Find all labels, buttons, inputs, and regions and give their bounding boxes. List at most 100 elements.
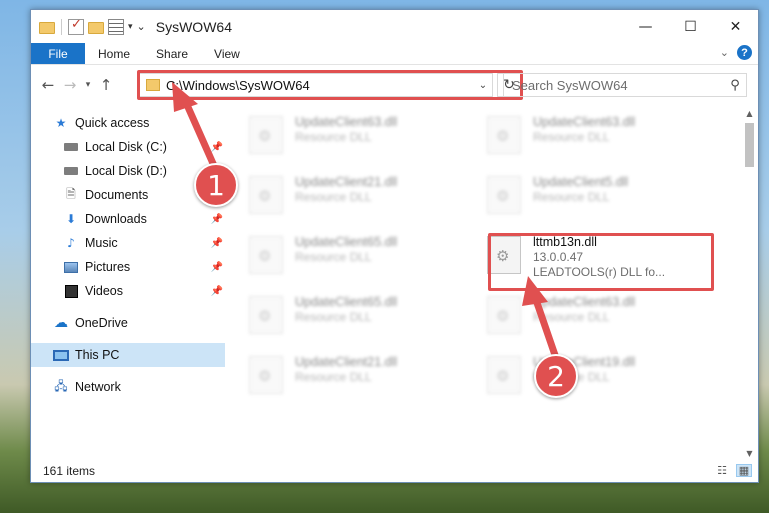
- file-description: Resource DLL: [295, 130, 372, 144]
- recent-locations-button[interactable]: ▾: [81, 80, 95, 90]
- list-item[interactable]: UpdateClient21.dllResource DLL: [225, 170, 455, 222]
- title-bar: ▾ ⌄ SysWOW64 — ☐ ✕: [31, 10, 758, 43]
- dll-file-icon: [487, 296, 521, 334]
- content-area: ★ Quick access Local Disk (C:) 📌 Local D…: [31, 105, 758, 461]
- sidebar-item-label: Documents: [85, 188, 149, 202]
- sidebar-item-label: Pictures: [85, 260, 131, 274]
- pin-icon: 📌: [210, 237, 223, 249]
- tiles-view-icon[interactable]: ▦: [736, 464, 752, 477]
- properties-check-icon[interactable]: [68, 17, 84, 35]
- up-button[interactable]: ↑: [95, 76, 117, 94]
- ribbon-tabs: File Home Share View ⌄ ?: [31, 43, 758, 65]
- file-name: UpdateClient5.dll: [533, 175, 629, 189]
- navigation-pane: ★ Quick access Local Disk (C:) 📌 Local D…: [31, 105, 225, 461]
- dll-file-icon: [249, 116, 283, 154]
- file-description: Resource DLL: [295, 370, 372, 384]
- sidebar-item-music[interactable]: ♪ Music 📌: [31, 231, 225, 255]
- sidebar-item-label: OneDrive: [75, 316, 128, 330]
- file-list: UpdateClient63.dllResource DLL UpdateCli…: [225, 105, 741, 461]
- sidebar-item-network[interactable]: 🖧 Network: [31, 375, 225, 399]
- sidebar-item-label: Downloads: [85, 212, 147, 226]
- vertical-scrollbar[interactable]: ▲ ▼: [741, 105, 758, 461]
- scroll-down-icon[interactable]: ▼: [741, 445, 758, 461]
- file-description: Resource DLL: [533, 310, 610, 324]
- dll-file-icon: [249, 356, 283, 394]
- details-view-icon[interactable]: ☷: [714, 464, 730, 477]
- sidebar-item-pictures[interactable]: Pictures 📌: [31, 255, 225, 279]
- view-switcher: ☷ ▦: [714, 464, 752, 477]
- dll-file-icon: [487, 356, 521, 394]
- sidebar-item-local-disk-c[interactable]: Local Disk (C:) 📌: [31, 135, 225, 159]
- tab-home[interactable]: Home: [85, 43, 143, 64]
- properties-icon[interactable]: [108, 18, 124, 35]
- help-icon[interactable]: ?: [737, 45, 752, 60]
- dll-file-icon: [249, 296, 283, 334]
- sidebar-item-onedrive[interactable]: ☁ OneDrive: [31, 311, 225, 335]
- status-bar: 161 items ☷ ▦: [31, 460, 758, 482]
- list-item[interactable]: UpdateClient63.dllResource DLL: [463, 290, 693, 342]
- tab-share[interactable]: Share: [143, 43, 201, 64]
- sidebar-item-downloads[interactable]: ⬇ Downloads 📌: [31, 207, 225, 231]
- pin-icon: 📌: [210, 285, 223, 297]
- videos-icon: [63, 284, 79, 298]
- sidebar-item-label: This PC: [75, 348, 120, 362]
- sidebar-item-label: Quick access: [75, 116, 150, 130]
- explorer-window: ▾ ⌄ SysWOW64 — ☐ ✕ File Home Share View …: [30, 9, 759, 483]
- step-2-badge: 2: [534, 354, 578, 398]
- pictures-icon: [63, 260, 79, 274]
- customize-toolbar-icon[interactable]: ▾: [128, 22, 133, 32]
- file-highlight-box: [488, 233, 714, 291]
- cloud-icon: ☁: [54, 315, 68, 331]
- sidebar-item-this-pc[interactable]: This PC: [31, 343, 225, 367]
- close-button[interactable]: ✕: [713, 10, 758, 43]
- file-name: UpdateClient63.dll: [295, 115, 398, 129]
- disk-icon: [63, 140, 79, 154]
- scrollbar-thumb[interactable]: [745, 123, 754, 167]
- search-input[interactable]: [512, 77, 724, 93]
- list-item[interactable]: UpdateClient63.dllResource DLL: [463, 110, 693, 162]
- back-button[interactable]: ←: [37, 76, 59, 94]
- sidebar-item-videos[interactable]: Videos 📌: [31, 279, 225, 303]
- chevron-down-icon[interactable]: ⌄: [137, 20, 146, 33]
- sidebar-item-label: Videos: [85, 284, 123, 298]
- file-name: UpdateClient21.dll: [295, 355, 398, 369]
- maximize-button[interactable]: ☐: [668, 10, 713, 43]
- file-name: UpdateClient65.dll: [295, 295, 398, 309]
- list-item[interactable]: UpdateClient19.dllResource DLL: [463, 350, 693, 402]
- minimize-button[interactable]: —: [623, 10, 668, 43]
- search-icon[interactable]: ⚲: [724, 78, 746, 93]
- scroll-up-icon[interactable]: ▲: [741, 105, 758, 121]
- list-item[interactable]: UpdateClient5.dllResource DLL: [463, 170, 693, 222]
- forward-button[interactable]: →: [59, 76, 81, 94]
- file-name: UpdateClient21.dll: [295, 175, 398, 189]
- file-name: UpdateClient63.dll: [533, 115, 636, 129]
- search-box[interactable]: ⚲: [503, 73, 747, 97]
- tab-file[interactable]: File: [31, 43, 85, 64]
- list-item[interactable]: UpdateClient65.dllResource DLL: [225, 230, 455, 282]
- chevron-down-icon[interactable]: ⌄: [720, 46, 729, 59]
- sidebar-item-label: Music: [85, 236, 118, 250]
- network-icon: 🖧: [54, 378, 68, 393]
- list-item[interactable]: UpdateClient63.dllResource DLL: [225, 110, 455, 162]
- file-name: UpdateClient63.dll: [533, 295, 636, 309]
- sidebar-item-label: Network: [75, 380, 121, 394]
- list-item[interactable]: UpdateClient21.dllResource DLL: [225, 350, 455, 402]
- ribbon-right: ⌄ ?: [720, 45, 752, 60]
- window-title: SysWOW64: [155, 18, 232, 35]
- sidebar-item-quick-access[interactable]: ★ Quick access: [31, 111, 225, 135]
- item-count: 161 items: [43, 464, 96, 478]
- tab-view[interactable]: View: [201, 43, 253, 64]
- disk-icon: [63, 164, 79, 178]
- pin-icon: 📌: [210, 141, 223, 153]
- file-description: Resource DLL: [533, 130, 610, 144]
- dll-file-icon: [249, 236, 283, 274]
- pin-icon: 📌: [210, 213, 223, 225]
- quick-access-toolbar: ▾ ⌄: [39, 17, 146, 35]
- folder-icon: [39, 21, 55, 34]
- new-folder-icon[interactable]: [88, 21, 104, 34]
- music-icon: ♪: [67, 236, 75, 250]
- dll-file-icon: [249, 176, 283, 214]
- list-item[interactable]: UpdateClient65.dllResource DLL: [225, 290, 455, 342]
